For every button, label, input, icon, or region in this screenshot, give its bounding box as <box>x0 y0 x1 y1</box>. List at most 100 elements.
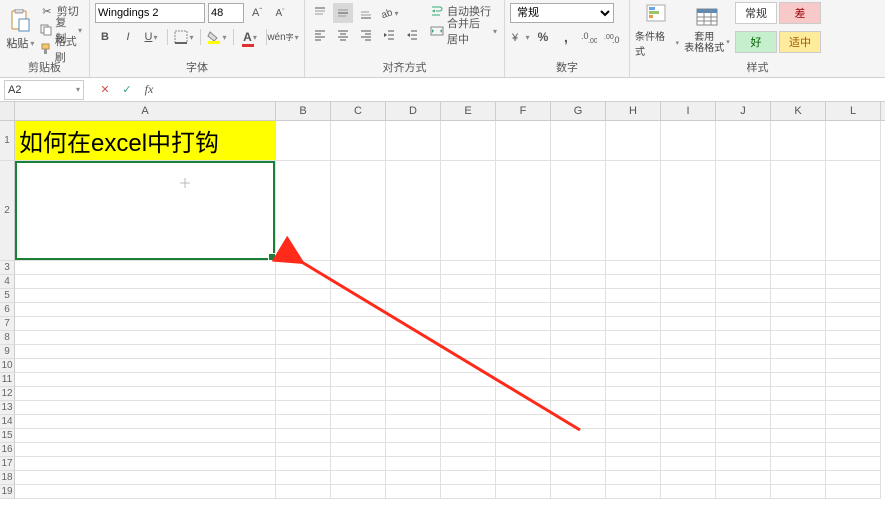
cell-I8[interactable] <box>661 331 716 345</box>
cell-I2[interactable] <box>661 161 716 261</box>
cell-B16[interactable] <box>276 443 331 457</box>
cell-G1[interactable] <box>551 121 606 161</box>
orientation-button[interactable]: ab <box>379 3 399 23</box>
cell-K18[interactable] <box>771 471 826 485</box>
cell-G18[interactable] <box>551 471 606 485</box>
cell-H7[interactable] <box>606 317 661 331</box>
row-header-14[interactable]: 14 <box>0 415 15 429</box>
cell-J16[interactable] <box>716 443 771 457</box>
cell-C17[interactable] <box>331 457 386 471</box>
align-right-button[interactable] <box>356 25 376 45</box>
cell-K17[interactable] <box>771 457 826 471</box>
cell-A3[interactable] <box>15 261 276 275</box>
cell-J11[interactable] <box>716 373 771 387</box>
cell-I13[interactable] <box>661 401 716 415</box>
cell-G13[interactable] <box>551 401 606 415</box>
row-header-8[interactable]: 8 <box>0 331 15 345</box>
cell-J15[interactable] <box>716 429 771 443</box>
cell-D9[interactable] <box>386 345 441 359</box>
cell-J13[interactable] <box>716 401 771 415</box>
decrease-font-button[interactable]: Aˇ <box>270 3 290 23</box>
cell-B17[interactable] <box>276 457 331 471</box>
col-header-K[interactable]: K <box>771 102 826 120</box>
cell-A1[interactable]: 如何在excel中打钩 <box>15 121 276 161</box>
align-top-button[interactable] <box>310 3 330 23</box>
col-header-E[interactable]: E <box>441 102 496 120</box>
cell-C4[interactable] <box>331 275 386 289</box>
cell-F19[interactable] <box>496 485 551 499</box>
cell-A19[interactable] <box>15 485 276 499</box>
row-header-13[interactable]: 13 <box>0 401 15 415</box>
cell-K9[interactable] <box>771 345 826 359</box>
row-header-11[interactable]: 11 <box>0 373 15 387</box>
cell-L7[interactable] <box>826 317 881 331</box>
decrease-decimal-button[interactable]: .00.0 <box>602 27 622 47</box>
format-painter-button[interactable]: 格式刷 <box>38 40 84 58</box>
cell-E3[interactable] <box>441 261 496 275</box>
cell-H1[interactable] <box>606 121 661 161</box>
increase-font-button[interactable]: Aˆ <box>247 3 267 23</box>
cell-D6[interactable] <box>386 303 441 317</box>
style-bad[interactable]: 差 <box>779 2 821 24</box>
cell-L2[interactable] <box>826 161 881 261</box>
cell-K12[interactable] <box>771 387 826 401</box>
cell-L14[interactable] <box>826 415 881 429</box>
cell-E13[interactable] <box>441 401 496 415</box>
cell-G8[interactable] <box>551 331 606 345</box>
row-header-5[interactable]: 5 <box>0 289 15 303</box>
name-box[interactable]: A2 ▾ <box>4 80 84 100</box>
align-bottom-button[interactable] <box>356 3 376 23</box>
row-header-19[interactable]: 19 <box>0 485 15 499</box>
cell-J5[interactable] <box>716 289 771 303</box>
cell-B3[interactable] <box>276 261 331 275</box>
cell-I9[interactable] <box>661 345 716 359</box>
paste-button[interactable]: 粘贴▾ <box>5 2 36 58</box>
style-neutral[interactable]: 适中 <box>779 31 821 53</box>
cell-A7[interactable] <box>15 317 276 331</box>
cell-E9[interactable] <box>441 345 496 359</box>
cell-C1[interactable] <box>331 121 386 161</box>
bold-button[interactable]: B <box>95 27 115 47</box>
cell-F10[interactable] <box>496 359 551 373</box>
cell-E16[interactable] <box>441 443 496 457</box>
cell-K5[interactable] <box>771 289 826 303</box>
cell-E7[interactable] <box>441 317 496 331</box>
cell-K13[interactable] <box>771 401 826 415</box>
select-all-corner[interactable] <box>0 102 15 120</box>
cell-G4[interactable] <box>551 275 606 289</box>
cell-J17[interactable] <box>716 457 771 471</box>
col-header-B[interactable]: B <box>276 102 331 120</box>
cell-G3[interactable] <box>551 261 606 275</box>
row-header-10[interactable]: 10 <box>0 359 15 373</box>
cell-H5[interactable] <box>606 289 661 303</box>
cancel-formula-button[interactable]: ✕ <box>94 80 116 100</box>
row-header-12[interactable]: 12 <box>0 387 15 401</box>
cell-E6[interactable] <box>441 303 496 317</box>
cell-J10[interactable] <box>716 359 771 373</box>
cell-K10[interactable] <box>771 359 826 373</box>
cell-D8[interactable] <box>386 331 441 345</box>
cell-A4[interactable] <box>15 275 276 289</box>
cell-G5[interactable] <box>551 289 606 303</box>
cell-I11[interactable] <box>661 373 716 387</box>
cell-I5[interactable] <box>661 289 716 303</box>
increase-indent-button[interactable] <box>402 25 422 45</box>
merge-center-button[interactable]: 合并后居中 <box>428 22 499 40</box>
cell-J19[interactable] <box>716 485 771 499</box>
cell-I7[interactable] <box>661 317 716 331</box>
fill-color-button[interactable] <box>207 27 227 47</box>
cell-H12[interactable] <box>606 387 661 401</box>
cell-C6[interactable] <box>331 303 386 317</box>
cell-B12[interactable] <box>276 387 331 401</box>
cell-D19[interactable] <box>386 485 441 499</box>
cell-C10[interactable] <box>331 359 386 373</box>
font-size-select[interactable] <box>208 3 244 23</box>
cell-F11[interactable] <box>496 373 551 387</box>
cell-L10[interactable] <box>826 359 881 373</box>
cell-F17[interactable] <box>496 457 551 471</box>
cell-F3[interactable] <box>496 261 551 275</box>
formula-input[interactable] <box>160 80 885 100</box>
cell-L18[interactable] <box>826 471 881 485</box>
conditional-format-button[interactable]: 条件格式▾ <box>635 2 679 58</box>
cell-C12[interactable] <box>331 387 386 401</box>
